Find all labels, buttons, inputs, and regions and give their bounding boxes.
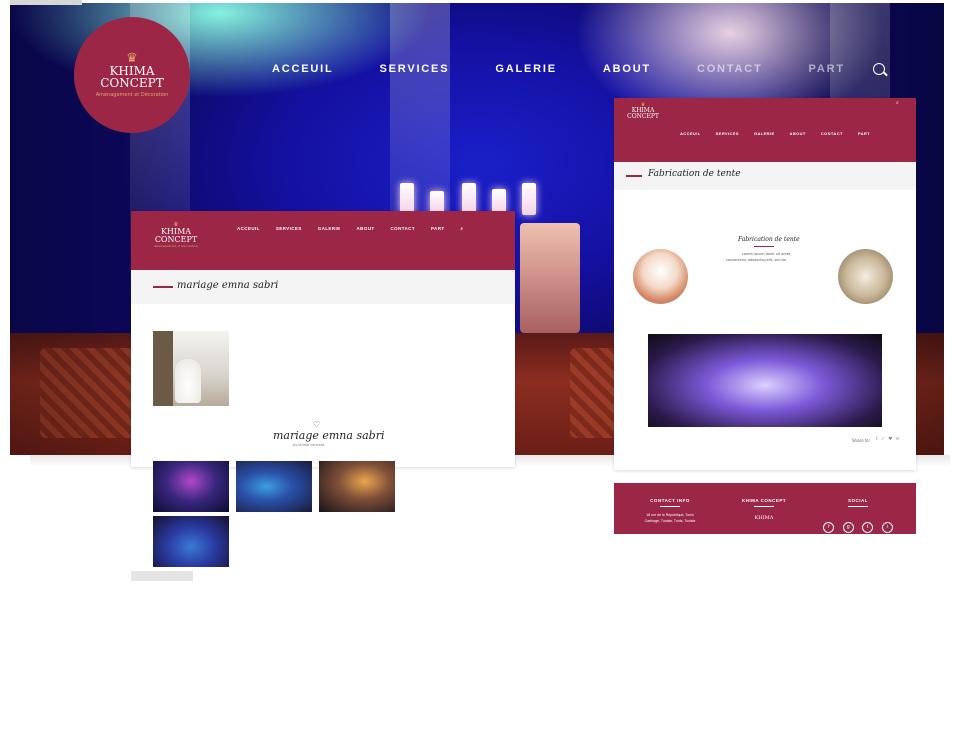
gallery-thumb[interactable]: [153, 461, 229, 512]
footer-social-col: SOCIAL f g t i: [816, 498, 900, 533]
card-left-nav-acceuil[interactable]: ACCEUIL: [237, 226, 260, 231]
facebook-icon[interactable]: f: [823, 522, 835, 533]
google-plus-icon[interactable]: g: [842, 522, 854, 533]
card-right-nav-part[interactable]: PART: [858, 131, 870, 136]
round-photo[interactable]: [838, 249, 893, 304]
instagram-icon[interactable]: i: [881, 522, 893, 533]
card-right-nav-about[interactable]: ABOUT: [790, 131, 806, 136]
title-accent-line: [153, 286, 173, 288]
footer-contact-col: CONTACT INFO 18 rue de la République, Tu…: [628, 498, 712, 523]
card-right-header: ⌕ ♛ KHIMA CONCEPT ACCEUIL SERVICES GALER…: [614, 98, 916, 162]
card-left-tagline: Aménagement et Décoration: [154, 244, 198, 248]
card-left-nav-galerie[interactable]: GALERIE: [318, 226, 341, 231]
section-accent-line: [754, 246, 774, 247]
card-right-logo[interactable]: ♛ KHIMA CONCEPT: [626, 102, 660, 120]
footer-contact-line1: 18 rue de la République, Tunis: [646, 513, 694, 517]
search-icon[interactable]: ⌕: [896, 100, 899, 106]
crown-icon: ♛: [126, 50, 138, 66]
social-icons: f g t i: [816, 515, 900, 533]
card-right-nav-contact[interactable]: CONTACT: [821, 131, 843, 136]
site-logo[interactable]: ♛ KHIMA CONCEPT Aménagement et Décoratio…: [74, 17, 190, 133]
nav-item-acceuil[interactable]: ACCEUIL: [272, 63, 334, 75]
site-footer: CONTACT INFO 18 rue de la République, Tu…: [614, 483, 916, 534]
footer-divider: [660, 506, 680, 507]
card-right-page-title: Fabrication de tente: [648, 169, 741, 179]
banner-photo[interactable]: [648, 334, 882, 427]
search-icon[interactable]: [873, 63, 885, 75]
card-left-bottom-tab: [131, 571, 193, 581]
featured-photo[interactable]: [153, 331, 229, 406]
hero-top-strip: [10, 0, 82, 5]
card-right-nav-acceuil[interactable]: ACCEUIL: [680, 131, 701, 136]
card-right-section-text-1: Lorem ipsum dolor sit amet,: [742, 252, 792, 256]
footer-divider: [754, 506, 774, 507]
card-left-title-bar: mariage emna sabri: [131, 270, 515, 304]
heart-icon[interactable]: ♡: [313, 420, 320, 429]
nav-item-galerie[interactable]: GALERIE: [495, 63, 557, 75]
card-left-header: ♛ KHIMA CONCEPT Aménagement et Décoratio…: [131, 211, 515, 270]
card-left-page-title: mariage emna sabri: [177, 280, 279, 291]
gallery-thumb[interactable]: [153, 516, 229, 567]
card-right-nav-services[interactable]: SERVICES: [716, 131, 739, 136]
share-label: Share to:: [852, 438, 871, 443]
card-right-section-title: Fabrication de tente: [738, 236, 800, 243]
gallery-thumb[interactable]: [236, 461, 312, 512]
footer-contact-line2: Carthage, Tunisie, Tunis, Tunisie: [644, 519, 696, 523]
photo-detail: [153, 331, 173, 406]
footer-divider: [848, 506, 868, 507]
card-right-nav-galerie[interactable]: GALERIE: [754, 131, 775, 136]
card-left-nav-services[interactable]: SERVICES: [276, 226, 302, 231]
nav-item-contact[interactable]: CONTACT: [697, 63, 763, 75]
gallery-title: mariage emna sabri: [273, 429, 385, 442]
nav-item-services[interactable]: SERVICES: [380, 63, 450, 75]
round-photo[interactable]: [633, 249, 688, 304]
card-left-nav-part[interactable]: PART: [431, 226, 445, 231]
card-left-nav-about[interactable]: ABOUT: [357, 226, 375, 231]
logo-brand-line1: KHIMA: [109, 63, 155, 78]
footer-brand-title: KHIMA CONCEPT: [741, 498, 787, 503]
preview-card-right: ⌕ ♛ KHIMA CONCEPT ACCEUIL SERVICES GALER…: [614, 98, 916, 470]
logo-tagline: Aménagement et Décoration: [95, 91, 169, 98]
share-icons[interactable]: f ✓ ♥ ✉: [876, 437, 900, 442]
title-accent-line: [626, 175, 642, 177]
main-nav: ACCEUIL SERVICES GALERIE ABOUT CONTACT P…: [272, 63, 891, 75]
logo-brand-line2: CONCEPT: [100, 75, 164, 90]
footer-social-title: SOCIAL: [847, 498, 868, 503]
photo-detail: [175, 359, 201, 403]
twitter-icon[interactable]: t: [862, 522, 874, 533]
gallery-thumb[interactable]: [319, 461, 395, 512]
card-right-brand-line2: CONCEPT: [627, 113, 659, 120]
card-right-nav: ACCEUIL SERVICES GALERIE ABOUT CONTACT P…: [680, 131, 870, 136]
footer-logo[interactable]: KHIMA: [722, 515, 806, 521]
preview-card-left: ♛ KHIMA CONCEPT Aménagement et Décoratio…: [131, 211, 515, 467]
gallery-subtitle: by khima concept: [293, 443, 325, 447]
footer-brand-col: KHIMA CONCEPT KHIMA: [722, 498, 806, 521]
card-right-title-bar: Fabrication de tente: [614, 162, 916, 190]
nav-item-about[interactable]: ABOUT: [603, 63, 651, 75]
card-left-brand-line2: CONCEPT: [154, 235, 198, 244]
nav-item-part[interactable]: PART: [809, 63, 845, 75]
search-icon[interactable]: ⌕: [461, 226, 464, 231]
card-left-nav: ACCEUIL SERVICES GALERIE ABOUT CONTACT P…: [237, 226, 463, 231]
card-right-section-text-2: consectetur adipiscing elit, sed do: [726, 258, 787, 262]
footer-contact-title: CONTACT INFO: [650, 498, 690, 503]
card-left-nav-contact[interactable]: CONTACT: [391, 226, 415, 231]
card-left-logo[interactable]: ♛ KHIMA CONCEPT Aménagement et Décoratio…: [153, 221, 199, 248]
